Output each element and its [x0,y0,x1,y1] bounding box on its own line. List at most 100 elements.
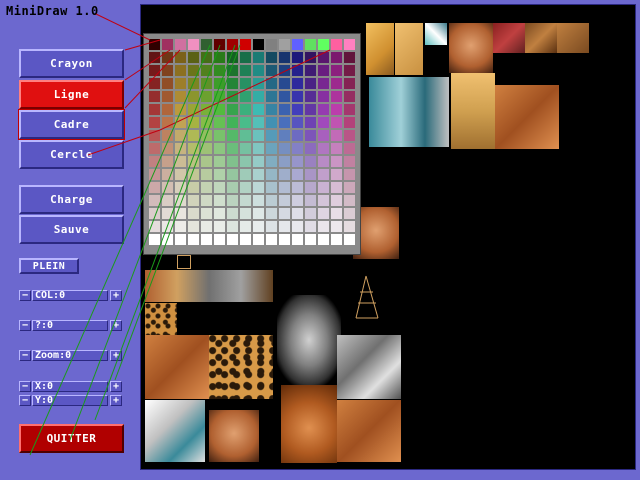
palette-swatch[interactable] [240,143,251,154]
palette-swatch[interactable] [201,52,212,63]
palette-swatch[interactable] [201,65,212,76]
palette-swatch[interactable] [240,169,251,180]
palette-swatch[interactable] [279,234,290,245]
palette-swatch[interactable] [292,143,303,154]
palette-swatch[interactable] [331,91,342,102]
palette-swatch[interactable] [253,221,264,232]
palette-swatch[interactable] [266,143,277,154]
palette-swatch[interactable] [279,221,290,232]
palette-swatch[interactable] [292,182,303,193]
palette-swatch[interactable] [214,208,225,219]
palette-swatch[interactable] [201,143,212,154]
palette-swatch[interactable] [318,117,329,128]
palette-swatch[interactable] [201,169,212,180]
palette-swatch[interactable] [318,143,329,154]
y-increment-button[interactable]: + [110,395,122,406]
palette-swatch[interactable] [214,182,225,193]
palette-swatch[interactable] [201,78,212,89]
q-increment-button[interactable]: + [110,320,122,331]
palette-swatch[interactable] [227,78,238,89]
palette-swatch[interactable] [188,195,199,206]
palette-swatch[interactable] [331,52,342,63]
palette-swatch[interactable] [318,195,329,206]
palette-swatch[interactable] [305,117,316,128]
palette-swatch[interactable] [175,221,186,232]
col-increment-button[interactable]: + [110,290,122,301]
palette-swatch[interactable] [279,117,290,128]
palette-swatch[interactable] [279,39,290,50]
palette-swatch[interactable] [292,169,303,180]
palette-swatch[interactable] [149,195,160,206]
zoom-decrement-button[interactable]: − [19,350,31,361]
palette-swatch[interactable] [240,182,251,193]
palette-swatch[interactable] [188,39,199,50]
palette-swatch[interactable] [318,130,329,141]
palette-swatch[interactable] [227,234,238,245]
palette-swatch[interactable] [266,182,277,193]
palette-swatch[interactable] [266,91,277,102]
palette-swatch[interactable] [227,39,238,50]
palette-swatch[interactable] [344,130,355,141]
palette-swatch[interactable] [279,104,290,115]
palette-swatch[interactable] [188,117,199,128]
palette-swatch[interactable] [214,234,225,245]
palette-swatch[interactable] [240,221,251,232]
palette-swatch[interactable] [240,104,251,115]
palette-swatch[interactable] [331,156,342,167]
y-decrement-button[interactable]: − [19,395,31,406]
palette-swatch[interactable] [162,143,173,154]
palette-swatch[interactable] [227,130,238,141]
cadre-button[interactable]: Cadre [18,109,125,140]
palette-swatch[interactable] [227,156,238,167]
palette-swatch[interactable] [305,234,316,245]
palette-swatch[interactable] [305,143,316,154]
palette-swatch[interactable] [188,182,199,193]
palette-swatch[interactable] [331,208,342,219]
palette-swatch[interactable] [292,130,303,141]
palette-swatch[interactable] [214,195,225,206]
palette-swatch[interactable] [305,156,316,167]
palette-swatch[interactable] [292,234,303,245]
palette-swatch[interactable] [266,195,277,206]
palette-swatch[interactable] [227,169,238,180]
palette-swatch[interactable] [214,91,225,102]
palette-swatch[interactable] [253,195,264,206]
palette-swatch[interactable] [266,208,277,219]
palette-swatch[interactable] [318,169,329,180]
palette-swatch[interactable] [292,208,303,219]
palette-swatch[interactable] [175,39,186,50]
palette-swatch[interactable] [201,234,212,245]
palette-swatch[interactable] [201,39,212,50]
palette-swatch[interactable] [162,91,173,102]
palette-swatch[interactable] [318,39,329,50]
palette-swatch[interactable] [253,130,264,141]
palette-swatch[interactable] [188,169,199,180]
palette-swatch[interactable] [240,208,251,219]
palette-swatch[interactable] [162,221,173,232]
palette-swatch[interactable] [318,234,329,245]
palette-swatch[interactable] [279,91,290,102]
palette-swatch[interactable] [214,104,225,115]
palette-swatch[interactable] [201,130,212,141]
palette-swatch[interactable] [175,182,186,193]
palette-swatch[interactable] [227,52,238,63]
palette-swatch[interactable] [266,169,277,180]
palette-swatch[interactable] [318,91,329,102]
palette-swatch[interactable] [344,78,355,89]
palette-swatch[interactable] [175,65,186,76]
palette-swatch[interactable] [201,91,212,102]
palette-swatch[interactable] [318,52,329,63]
palette-swatch[interactable] [318,65,329,76]
palette-swatch[interactable] [279,130,290,141]
palette-swatch[interactable] [149,39,160,50]
palette-grid[interactable] [149,39,355,245]
palette-swatch[interactable] [344,143,355,154]
palette-swatch[interactable] [266,52,277,63]
palette-swatch[interactable] [188,143,199,154]
palette-swatch[interactable] [305,221,316,232]
palette-swatch[interactable] [149,221,160,232]
palette-swatch[interactable] [175,78,186,89]
palette-swatch[interactable] [188,234,199,245]
palette-swatch[interactable] [318,156,329,167]
palette-swatch[interactable] [344,91,355,102]
